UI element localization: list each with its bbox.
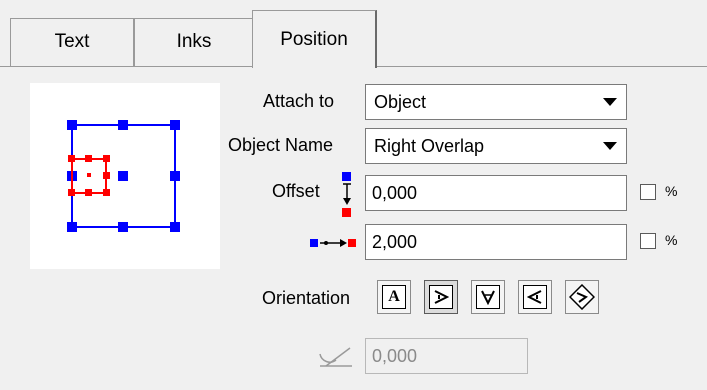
attach-to-dropdown[interactable]: Object: [365, 84, 627, 120]
orientation-normal-button[interactable]: A: [377, 280, 411, 314]
horizontal-percent-checkbox[interactable]: [640, 233, 656, 249]
tab-text[interactable]: Text: [10, 18, 134, 66]
chevron-down-icon[interactable]: [596, 131, 624, 161]
object-name-label: Object Name: [228, 135, 334, 155]
orientation-upside-down-button[interactable]: [471, 280, 505, 314]
letter-a-icon: A: [382, 285, 406, 309]
rotated-left-a-icon: [523, 285, 547, 309]
position-diagram: [67, 120, 180, 232]
offset-percent-checkbox[interactable]: [640, 184, 656, 200]
position-preview: [30, 83, 220, 269]
offset-input[interactable]: 0,000: [365, 175, 627, 211]
rotated-right-a-icon: [429, 285, 453, 309]
upside-down-a-icon: [476, 285, 500, 309]
orientation-rotate-left-button[interactable]: [518, 280, 552, 314]
orientation-label: Orientation: [262, 288, 351, 308]
horizontal-offset-icon: [310, 236, 358, 248]
diagonal-a-icon: [569, 284, 595, 310]
angle-input: 0,000: [365, 338, 528, 374]
angle-icon: [316, 344, 356, 368]
tab-inks[interactable]: Inks: [134, 18, 254, 66]
attach-to-label: Attach to: [263, 91, 335, 111]
tab-bar: Text Inks Position: [0, 0, 707, 70]
tab-position[interactable]: Position: [252, 10, 377, 68]
orientation-rotate-right-button[interactable]: [424, 280, 458, 314]
vertical-offset-icon: [340, 172, 354, 220]
object-name-dropdown[interactable]: Right Overlap: [365, 128, 627, 164]
offset-label: Offset: [272, 181, 320, 201]
horizontal-percent-label: %: [665, 232, 678, 248]
attach-to-value: Object: [374, 92, 427, 112]
orientation-diagonal-button[interactable]: [565, 280, 599, 314]
chevron-down-icon[interactable]: [596, 87, 624, 117]
offset-percent-label: %: [665, 183, 678, 199]
object-name-value: Right Overlap: [374, 136, 485, 156]
horizontal-offset-input[interactable]: 2,000: [365, 224, 627, 260]
